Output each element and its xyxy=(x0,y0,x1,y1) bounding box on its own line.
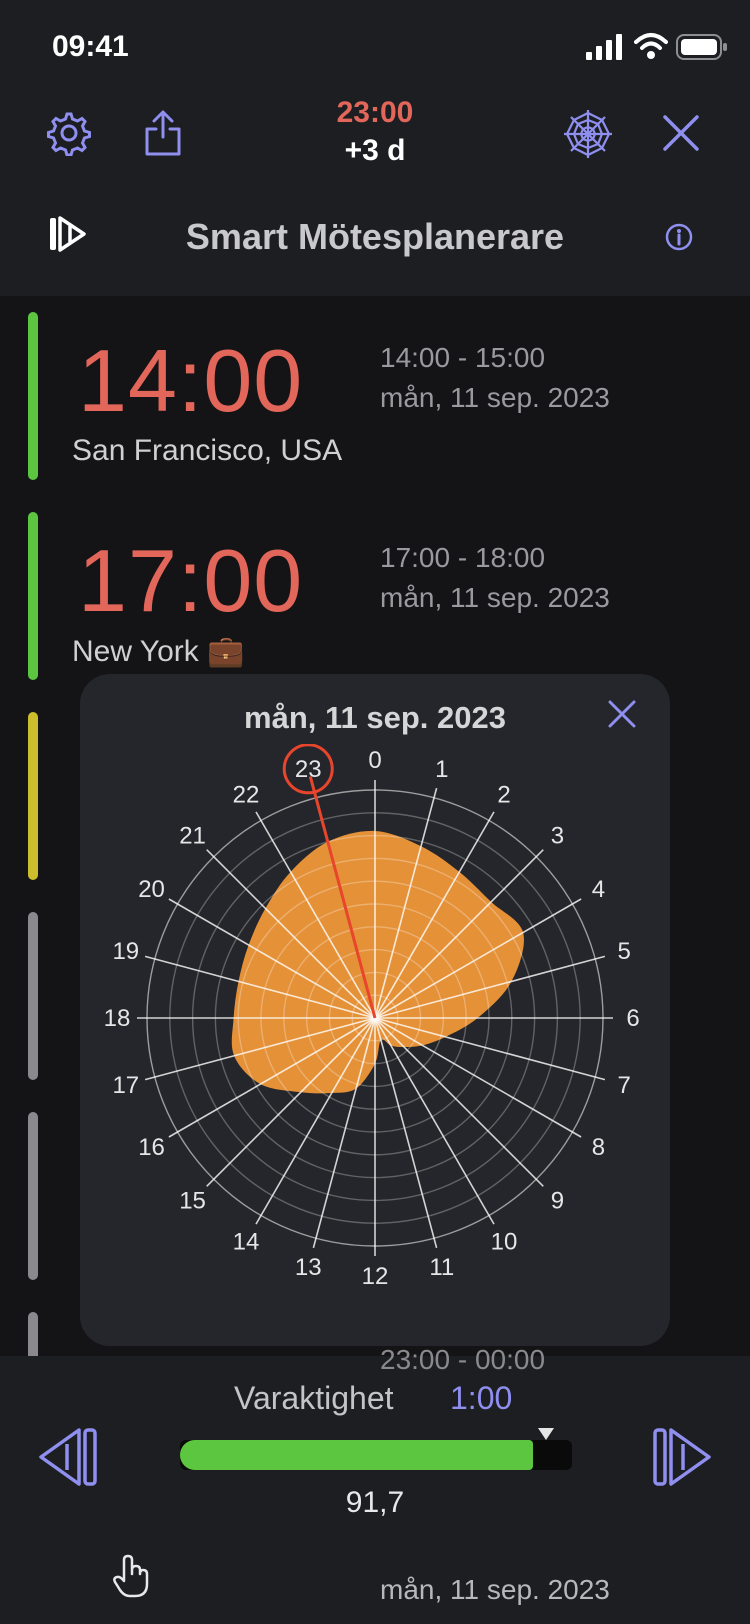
card-time-range: 14:00 - 15:00 xyxy=(380,342,546,373)
hour-label: 23 xyxy=(295,756,322,783)
signal-icon xyxy=(586,34,622,60)
info-icon xyxy=(665,223,693,251)
popup-date: mån, 11 sep. 2023 xyxy=(244,700,506,735)
status-bar: 09:41 xyxy=(0,0,750,96)
hour-label: 19 xyxy=(112,938,139,965)
hour-label: 16 xyxy=(138,1134,165,1161)
slider-thumb-icon[interactable] xyxy=(538,1428,554,1440)
skip-back-icon xyxy=(39,1428,97,1486)
duration-label: Varaktighet xyxy=(234,1380,394,1416)
close-icon xyxy=(608,700,636,728)
hour-label: 21 xyxy=(179,823,206,850)
hour-label: 5 xyxy=(618,938,631,965)
tap-hand-button[interactable] xyxy=(110,1552,154,1600)
hour-label: 7 xyxy=(618,1072,631,1099)
close-button[interactable] xyxy=(656,108,706,158)
card-time: 17:00 xyxy=(78,531,304,630)
hour-label: 8 xyxy=(592,1134,605,1161)
hour-label: 6 xyxy=(626,1005,639,1032)
hour-label: 2 xyxy=(497,782,510,809)
share-icon xyxy=(145,110,181,156)
polar-chart: 0 1234567891011121314151617181920212223 xyxy=(104,744,640,1290)
grid-spoke xyxy=(374,1017,544,1187)
card-date: mån, 11 sep. 2023 xyxy=(380,382,610,413)
day-chart-popup: mån, 11 sep. 2023 0 1 2 3 4 5 6 7 8 9 10 11 12 13 14 15… xyxy=(80,674,670,1346)
next-button[interactable] xyxy=(648,1424,714,1490)
hour-label: 15 xyxy=(179,1187,206,1214)
card-date: mån, 11 sep. 2023 xyxy=(380,582,610,613)
hour-label: 20 xyxy=(138,876,165,903)
score-value: 91,7 xyxy=(345,1486,405,1519)
duration-value[interactable]: 1:00 xyxy=(450,1380,512,1417)
card-status-bar xyxy=(28,1112,38,1280)
wifi-icon xyxy=(634,33,668,59)
web-button[interactable] xyxy=(560,106,616,162)
spiderweb-icon xyxy=(564,110,612,158)
hour-label: 0 xyxy=(368,747,381,774)
info-button[interactable] xyxy=(664,222,694,252)
card-status-bar xyxy=(28,312,38,480)
hour-label: 13 xyxy=(295,1254,322,1281)
card-status-bar xyxy=(28,912,38,1080)
hour-label: 1 xyxy=(435,756,448,783)
duration-slider-fill xyxy=(180,1440,533,1470)
card-status-bar xyxy=(28,712,38,880)
settings-button[interactable] xyxy=(44,108,94,158)
popup-close-button[interactable] xyxy=(602,694,642,734)
share-button[interactable] xyxy=(138,106,188,160)
hidden-card-date: mån, 11 sep. 2023 xyxy=(380,1574,610,1605)
close-icon xyxy=(663,115,699,151)
hour-label: 3 xyxy=(551,823,564,850)
card-city: San Francisco, USA xyxy=(72,434,343,467)
hour-label: 14 xyxy=(233,1228,260,1255)
hour-label: 22 xyxy=(233,782,260,809)
battery-icon xyxy=(676,34,727,60)
hour-label: 17 xyxy=(112,1072,139,1099)
grid-spoke xyxy=(374,1017,582,1138)
gear-icon xyxy=(47,112,91,156)
hour-label: 12 xyxy=(362,1263,389,1290)
hour-label: 9 xyxy=(551,1187,564,1214)
card-time: 14:00 xyxy=(78,331,304,430)
day-offset: +3 d xyxy=(344,134,406,167)
selected-time: 23:00 xyxy=(336,96,414,129)
hour-label: 4 xyxy=(592,876,605,903)
grid-spoke xyxy=(374,1017,495,1225)
status-time: 09:41 xyxy=(52,30,129,63)
previous-button[interactable] xyxy=(36,1424,102,1490)
hand-pointer-icon xyxy=(113,1554,149,1598)
card-time-range: 17:00 - 18:00 xyxy=(380,542,546,573)
hour-label: 10 xyxy=(491,1228,518,1255)
hidden-card-range: 23:00 - 00:00 xyxy=(380,1344,546,1375)
skip-forward-icon xyxy=(653,1428,711,1486)
hour-label: 11 xyxy=(429,1254,454,1281)
card-city: New York 💼 xyxy=(72,635,245,668)
page-title: Smart Mötesplanerare xyxy=(185,216,565,257)
hour-label: 18 xyxy=(104,1005,131,1032)
card-status-bar xyxy=(28,512,38,680)
